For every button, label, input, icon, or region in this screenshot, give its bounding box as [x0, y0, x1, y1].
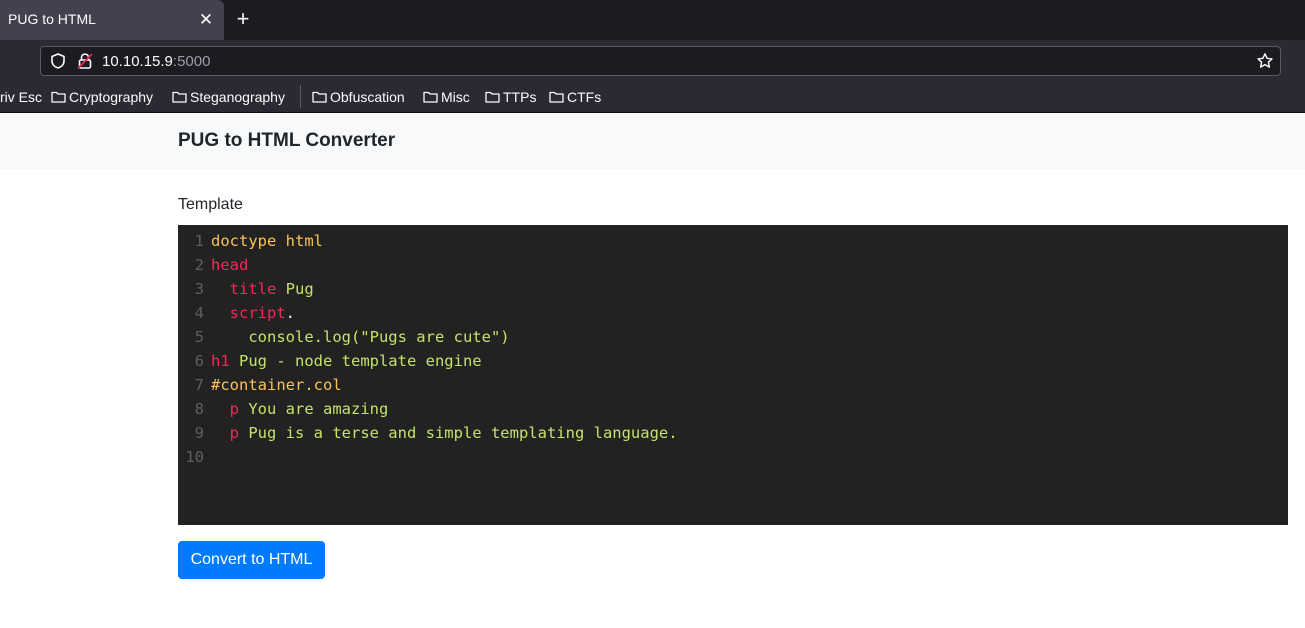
code-token: console.log("Pugs are cute") — [211, 328, 510, 346]
code-token: . — [285, 304, 295, 322]
tab-title: PUG to HTML — [8, 11, 96, 27]
code-line[interactable]: 3 title Pug — [178, 277, 1288, 301]
address-bar[interactable]: 10.10.15.9:5000 — [40, 46, 1281, 76]
template-label: Template — [178, 196, 243, 213]
code-text: p You are amazing — [211, 397, 389, 421]
navigation-toolbar: 10.10.15.9:5000 — [0, 40, 1305, 80]
page-title[interactable]: PUG to HTML Converter — [178, 130, 395, 152]
code-token: html — [276, 232, 323, 250]
folder-icon — [485, 91, 500, 103]
code-line[interactable]: 2 head — [178, 253, 1288, 277]
code-line[interactable]: 6 h1 Pug - node template engine — [178, 349, 1288, 373]
bookmark-label: Cryptography — [69, 89, 154, 105]
browser-tab-active[interactable]: PUG to HTML ✕ — [0, 0, 224, 40]
folder-icon — [172, 91, 187, 103]
bookmark-priv-esc[interactable]: riv Esc — [0, 88, 42, 106]
line-number: 8 — [194, 400, 204, 418]
code-text: head — [211, 253, 248, 277]
template-code-editor[interactable]: 1 doctype html 2 head 3 title Pug 4 script. 5 … — [178, 225, 1288, 525]
line-number: 2 — [194, 256, 204, 274]
code-token: h1 — [211, 352, 230, 370]
star-icon[interactable] — [1256, 52, 1274, 70]
code-line[interactable]: 4 script. — [178, 301, 1288, 325]
code-token: Pug is a terse and simple templating lan… — [239, 424, 678, 442]
code-line[interactable]: 10 — [178, 445, 1288, 469]
line-number: 7 — [194, 376, 204, 394]
code-token: p — [211, 424, 239, 442]
line-number: 9 — [194, 424, 204, 442]
line-number: 3 — [194, 280, 204, 298]
code-text: script. — [211, 301, 295, 325]
url-port: :5000 — [172, 53, 211, 70]
code-line[interactable]: 9 p Pug is a terse and simple templating… — [178, 421, 1288, 445]
lock-insecure-icon[interactable] — [76, 52, 94, 70]
bookmark-label: Obfuscation — [330, 89, 405, 105]
url-host: 10.10.15.9 — [102, 53, 173, 70]
bookmark-label: CTFs — [567, 89, 602, 105]
code-text: doctype html — [211, 229, 323, 253]
code-token: script — [211, 304, 286, 322]
code-line[interactable]: 7 #container.col — [178, 373, 1288, 397]
line-number: 10 — [185, 448, 204, 466]
code-token: Pug — [276, 280, 314, 298]
tab-strip: PUG to HTML ✕ + — [0, 0, 1305, 40]
code-line[interactable]: 8 p You are amazing — [178, 397, 1288, 421]
shield-icon[interactable] — [49, 52, 67, 70]
page-navbar: PUG to HTML Converter — [0, 113, 1305, 169]
bookmarks-toolbar: riv Esc Cryptography Steganography Obfus… — [0, 80, 1305, 113]
code-token: p — [211, 400, 239, 418]
url-text[interactable]: 10.10.15.9:5000 — [102, 53, 210, 70]
code-text: title Pug — [211, 277, 314, 301]
bookmark-label: Misc — [441, 89, 470, 105]
code-token: doctype — [211, 232, 277, 250]
code-token: head — [211, 256, 249, 274]
close-icon[interactable]: ✕ — [196, 10, 216, 30]
line-number: 5 — [194, 328, 204, 346]
bookmark-separator — [300, 85, 301, 108]
code-token: #container.col — [211, 376, 342, 394]
convert-to-html-button[interactable]: Convert to HTML — [178, 541, 325, 579]
line-number: 1 — [194, 232, 204, 250]
folder-icon — [312, 91, 327, 103]
folder-icon — [51, 91, 66, 103]
plus-icon[interactable]: + — [232, 8, 254, 31]
code-line[interactable]: 5 console.log("Pugs are cute") — [178, 325, 1288, 349]
bookmark-label: Steganography — [190, 89, 285, 105]
code-text: console.log("Pugs are cute") — [211, 325, 510, 349]
code-token: You are amazing — [239, 400, 389, 418]
line-number: 6 — [194, 352, 204, 370]
code-token: Pug - node template engine — [229, 352, 482, 370]
folder-icon — [549, 91, 564, 103]
code-text: h1 Pug - node template engine — [211, 349, 482, 373]
code-text: p Pug is a terse and simple templating l… — [211, 421, 678, 445]
code-token: title — [211, 280, 277, 298]
bookmark-label: TTPs — [503, 89, 537, 105]
code-line[interactable]: 1 doctype html — [178, 229, 1288, 253]
folder-icon — [423, 91, 438, 103]
bookmark-label: riv Esc — [0, 89, 42, 105]
line-number: 4 — [194, 304, 204, 322]
code-text: #container.col — [211, 373, 342, 397]
